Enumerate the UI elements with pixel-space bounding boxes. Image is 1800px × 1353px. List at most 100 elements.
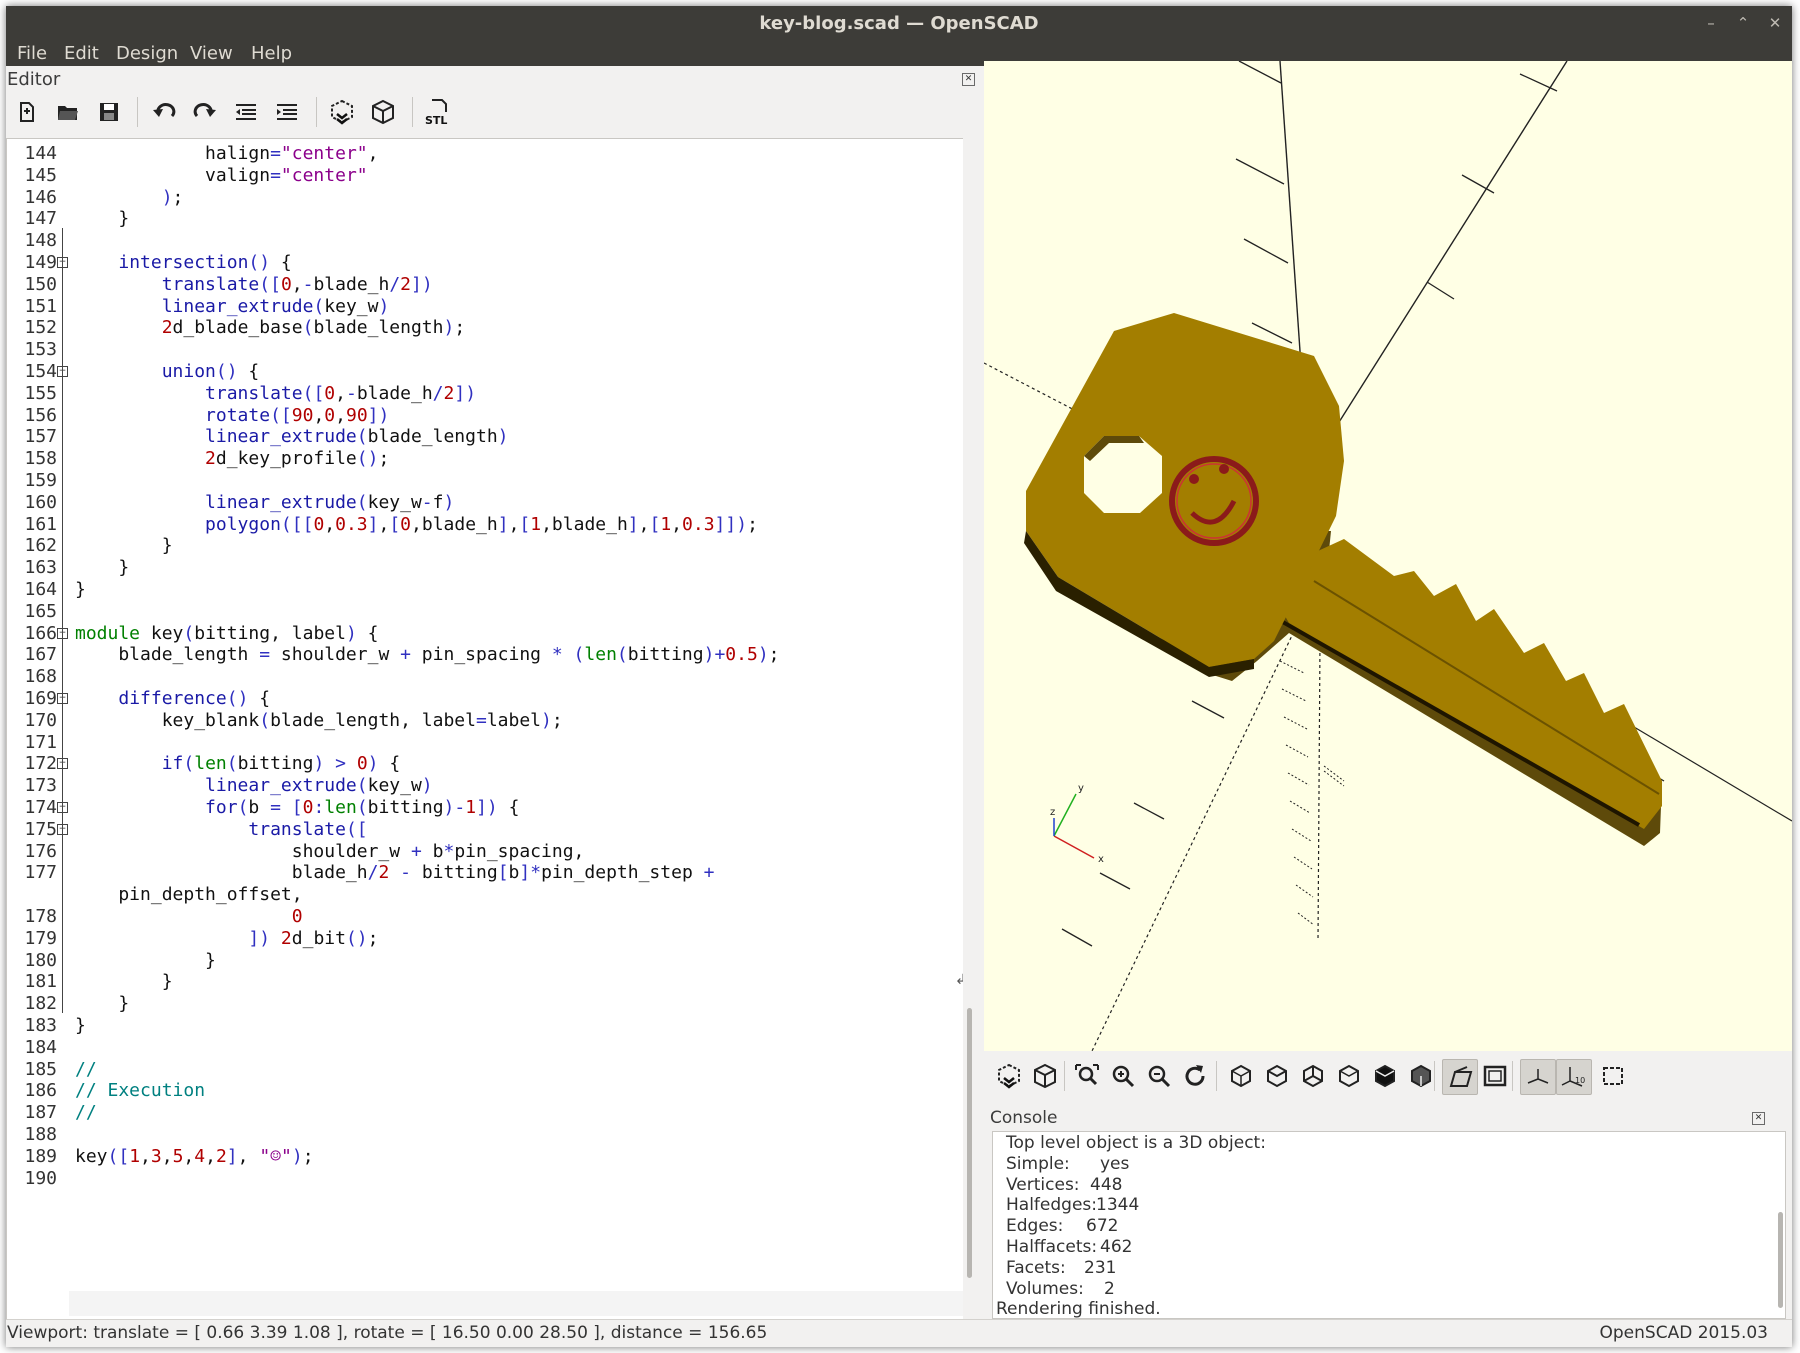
version-label: OpenSCAD 2015.03	[1599, 1323, 1769, 1343]
console-line: Halffacets: 462	[1006, 1237, 1132, 1258]
orthogonal-icon[interactable]	[1478, 1059, 1512, 1093]
editor-scrollbar-thumb[interactable]	[967, 1008, 972, 1278]
minimize-icon[interactable]: –	[1702, 14, 1720, 32]
console-line-label: Rendering finished.	[996, 1299, 1161, 1319]
axes-gizmo: x y z	[1050, 783, 1104, 865]
console-line-value: 672	[1086, 1216, 1119, 1237]
restore-icon[interactable]: ⌃	[1734, 14, 1752, 32]
zoom-out-icon[interactable]	[1142, 1059, 1176, 1093]
svg-text:STL: STL	[425, 114, 447, 127]
neg-y-axis-dashed	[1317, 640, 1321, 942]
view-right-icon[interactable]	[1224, 1059, 1258, 1093]
console-line-label: Vertices:	[1006, 1174, 1080, 1195]
window-title: key-blog.scad — OpenSCAD	[759, 13, 1039, 34]
menu-help[interactable]: Help	[251, 41, 292, 66]
open-file-icon[interactable]	[52, 96, 84, 128]
perspective-icon[interactable]	[1442, 1059, 1478, 1095]
status-bar: Viewport: translate = [ 0.66 3.39 1.08 ]…	[6, 1319, 1792, 1347]
console-line-label: Edges:	[1006, 1216, 1064, 1237]
editor-pane: Editor ✕ STL 144 145 146 147 148 149 150…	[6, 66, 981, 1320]
current-line-highlight	[69, 1291, 964, 1316]
console-line: Halfedges: 1344	[1006, 1195, 1139, 1216]
console-line-label: Simple:	[1006, 1153, 1070, 1174]
console-line-label: Facets:	[1006, 1257, 1066, 1278]
code-line[interactable]: key([1,3,5,4,2], "☺");	[75, 1144, 314, 1169]
code-line[interactable]: //	[75, 1100, 97, 1125]
console-line-value: 448	[1090, 1174, 1123, 1195]
preview-icon[interactable]	[992, 1059, 1026, 1093]
reset-view-icon[interactable]	[1178, 1059, 1212, 1093]
view-front-icon[interactable]	[1368, 1059, 1402, 1093]
show-scale-markers-icon[interactable]: 10	[1556, 1059, 1592, 1095]
console-line: Simple: yes	[1006, 1153, 1129, 1175]
z-axis-label: z	[1050, 807, 1055, 818]
view-back-icon[interactable]	[1404, 1059, 1438, 1093]
editor-close-icon[interactable]: ✕	[962, 73, 975, 86]
console-close-icon[interactable]: ✕	[1752, 1112, 1765, 1125]
view-all-icon[interactable]	[1070, 1059, 1104, 1093]
view-toolbar: 10	[984, 1051, 1792, 1101]
console-line-label: Volumes:	[1006, 1278, 1084, 1299]
editor-scrollbar[interactable]	[963, 138, 977, 1319]
console-line: Volumes: 2	[1006, 1278, 1115, 1300]
console-output[interactable]: Top level object is a 3D object: Simple: y…	[992, 1131, 1786, 1319]
console-line: Vertices: 448	[1006, 1174, 1122, 1196]
preview-icon[interactable]	[326, 96, 358, 128]
export-stl-icon[interactable]: STL	[422, 96, 454, 128]
view-left-icon[interactable]	[1332, 1059, 1366, 1093]
new-file-icon[interactable]	[11, 96, 43, 128]
toolbar-separator	[1434, 1061, 1435, 1091]
toolbar-separator	[1064, 1061, 1065, 1091]
close-icon[interactable]: ✕	[1766, 14, 1784, 32]
menu-design[interactable]: Design	[116, 41, 178, 66]
openscad-window: key-blog.scad — OpenSCAD – ⌃ ✕ File Edit…	[6, 6, 1792, 1347]
console-line-label: Halfedges:	[1006, 1195, 1097, 1216]
zoom-in-icon[interactable]	[1106, 1059, 1140, 1093]
console-line-value: yes	[1100, 1153, 1130, 1174]
console-line-value: 2	[1104, 1278, 1115, 1299]
console-line-value: 1344	[1096, 1195, 1140, 1216]
3d-scene: x y z	[984, 61, 1792, 1051]
code-line[interactable]: polygon([[0,0.3],[0,blade_h],[1,blade_h]…	[75, 512, 758, 537]
code-line[interactable]: key_blank(blade_length, label=label);	[75, 708, 563, 733]
neg-axis-dashed	[1091, 620, 1300, 1051]
console-line-value: 462	[1100, 1237, 1133, 1257]
code-line[interactable]: 2d_key_profile();	[75, 446, 389, 471]
code-line[interactable]: 2d_blade_base(blade_length);	[75, 315, 465, 340]
render-icon[interactable]	[367, 96, 399, 128]
console-line-label: Top level object is a 3D object:	[1006, 1133, 1266, 1153]
viewport-status: Viewport: translate = [ 0.66 3.39 1.08 ]…	[7, 1323, 768, 1343]
console-line-label: Halffacets:	[1006, 1237, 1098, 1257]
code-line[interactable]: blade_length = shoulder_w + pin_spacing …	[75, 642, 779, 667]
code-line[interactable]: }	[75, 577, 86, 602]
fold-guide	[62, 228, 63, 1013]
3d-viewport[interactable]: x y z	[984, 61, 1792, 1051]
code-line[interactable]: }	[75, 1013, 86, 1038]
view-top-icon[interactable]	[1260, 1059, 1294, 1093]
render-icon[interactable]	[1028, 1059, 1062, 1093]
console-line-value: 231	[1084, 1257, 1117, 1278]
toolbar-separator	[1216, 1061, 1217, 1091]
menu-file[interactable]: File	[17, 41, 47, 66]
view-bottom-icon[interactable]	[1296, 1059, 1330, 1093]
unindent-icon[interactable]	[230, 96, 262, 128]
show-axes-icon[interactable]	[1520, 1059, 1556, 1095]
x-axis-label: x	[1098, 854, 1104, 865]
console-scrollbar[interactable]	[1778, 1212, 1783, 1308]
menu-view[interactable]: View	[190, 41, 233, 66]
title-bar: key-blog.scad — OpenSCAD – ⌃ ✕	[6, 6, 1792, 41]
y-axis-label: y	[1078, 783, 1084, 794]
undo-icon[interactable]	[148, 96, 180, 128]
console-label: Console	[990, 1108, 1058, 1128]
redo-icon[interactable]	[189, 96, 221, 128]
toolbar-separator	[1512, 1061, 1513, 1091]
code-line[interactable]: }	[75, 206, 129, 231]
save-icon[interactable]	[93, 96, 125, 128]
show-edges-icon[interactable]	[1596, 1059, 1630, 1093]
console-line: Rendering finished.	[996, 1299, 1161, 1319]
code-editor[interactable]: 144145146147148149−150151152153154−15515…	[6, 138, 964, 1320]
key-model	[1024, 313, 1662, 846]
menu-edit[interactable]: Edit	[64, 41, 99, 66]
indent-icon[interactable]	[271, 96, 303, 128]
console-line: Edges: 672	[1006, 1216, 1118, 1237]
